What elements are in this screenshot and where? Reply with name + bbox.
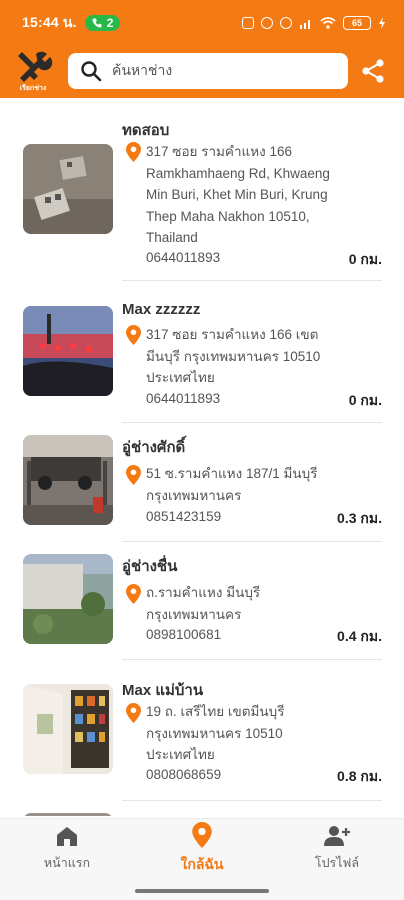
nav-home[interactable]: หน้าแรก [0,819,134,879]
status-bar: 15:44 น. 2 65 [0,0,404,46]
nav-home-label: หน้าแรก [43,856,91,870]
search-icon [81,61,102,82]
nav-profile-label: โปรไฟล์ [314,856,360,870]
location-pin-icon [126,325,141,345]
shop-phone[interactable]: 0644011893 [146,250,220,265]
shop-distance: 0.8 กม. [337,768,382,784]
signal-icon [300,20,310,29]
location-pin-icon [126,703,141,723]
divider [122,422,382,423]
logo-text: เรียกช่าง [19,85,47,92]
nav-nearby[interactable]: ใกล้ฉัน [135,819,269,879]
divider [122,800,382,801]
shop-distance: 0.4 กม. [337,628,382,644]
shop-photo [23,813,113,816]
add-person-icon [324,826,350,846]
divider [122,659,382,660]
shop-address: ถ.รามคำแหง มีนบุรี กรุงเทพมหานคร [146,585,261,622]
divider [122,280,382,281]
app-bar: เรียกช่าง ค้นหาช่าง [0,46,404,98]
status-icons: 65 [242,16,386,30]
location-pin-icon [126,142,141,162]
shop-list[interactable]: ทดสอบ 317 ซอย รามคำแหง 166 Ramkhamhaeng … [0,98,404,816]
location-pin-icon [126,465,141,485]
shop-distance: 0 กม. [348,251,382,267]
shop-name: Max แม่บ้าน [122,682,204,699]
shop-photo [23,435,113,525]
bottom-navigation: หน้าแรก ใกล้ฉัน โปรไฟล์ [0,818,404,900]
shop-distance: 0 กม. [348,392,382,408]
charging-icon [379,17,385,29]
gesture-home-bar[interactable] [135,889,269,893]
shop-phone[interactable]: 0851423159 [146,509,221,524]
share-icon[interactable] [360,58,386,84]
battery-icon: 65 [343,16,371,30]
shop-name: ทดสอบ [122,122,170,139]
shop-phone[interactable]: 0898100681 [146,627,221,642]
tools-logo-icon [18,51,53,82]
nfc-icon [242,17,254,29]
shop-photo [23,306,113,396]
home-icon [57,827,77,846]
shop-phone[interactable]: 0644011893 [146,391,220,406]
shop-distance: 0.3 กม. [337,510,382,526]
search-placeholder: ค้นหาช่าง [112,62,173,78]
shop-address: 317 ซอย รามคำแหง 166 Ramkhamhaeng Rd, Kh… [146,144,330,245]
shop-photo [23,554,113,644]
wifi-icon [320,17,336,29]
notification-pill: 2 [84,15,121,31]
status-time: 15:44 น. [22,14,77,30]
app-header: 15:44 น. 2 65 เรียกช่าง ค้นหาช่าง [0,0,404,98]
shop-address: 19 ถ. เสรีไทย เขตมีนบุรี กรุงเทพมหานคร 1… [146,704,285,762]
search-input[interactable]: ค้นหาช่าง [68,53,348,89]
shop-phone[interactable]: 0808068659 [146,767,221,782]
location-pin-icon [192,822,212,848]
shop-name: อู่ช่างศักดิ์ [122,439,186,456]
shop-address: 51 ซ.รามคำแหง 187/1 มีนบุรี กรุงเทพมหานค… [146,466,318,503]
shop-photo [23,144,113,234]
shop-name: Max zzzzzz [122,301,201,318]
shop-name: อู่ช่างชื่น [122,558,178,575]
nav-profile[interactable]: โปรไฟล์ [270,819,404,879]
silent-icon [280,17,292,29]
alarm-icon [261,17,273,29]
notification-count: 2 [106,16,114,30]
phone-icon [92,18,102,28]
app-logo[interactable]: เรียกช่าง [12,50,54,94]
shop-photo [23,684,113,774]
location-pin-icon [126,584,141,604]
divider [122,541,382,542]
shop-address: 317 ซอย รามคำแหง 166 เขต มีนบุรี กรุงเทพ… [146,327,321,385]
nav-nearby-label: ใกล้ฉัน [180,856,224,872]
